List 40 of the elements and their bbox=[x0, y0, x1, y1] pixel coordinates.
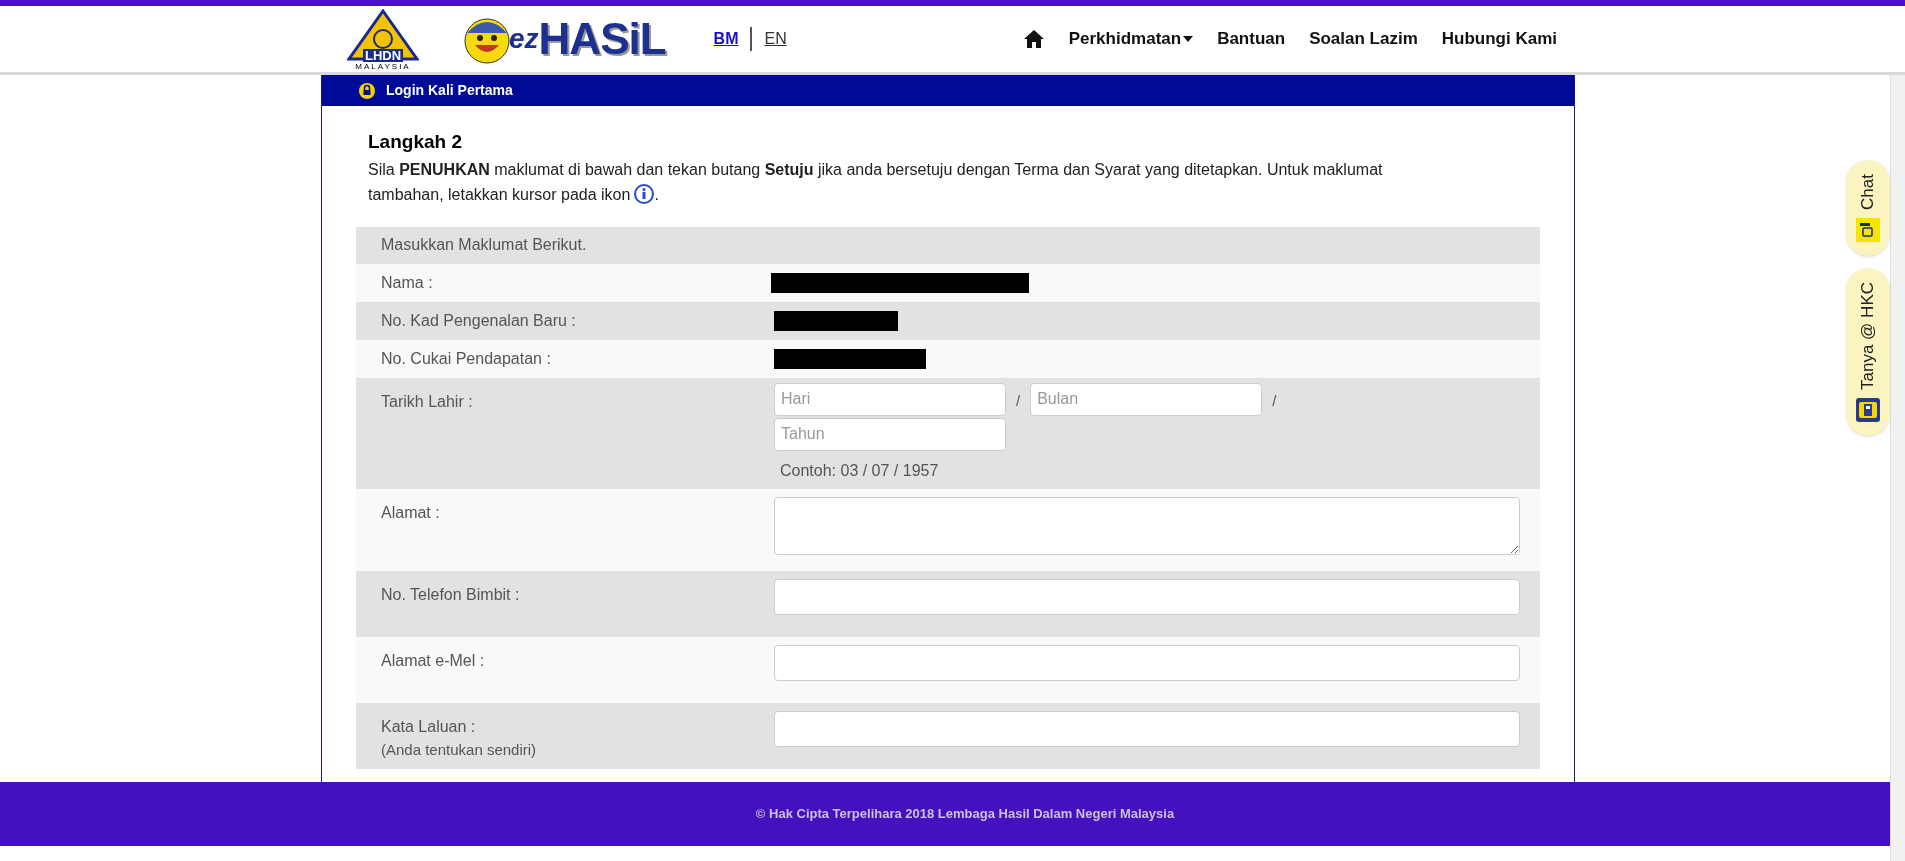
building-icon bbox=[1856, 397, 1880, 422]
lock-icon bbox=[358, 81, 376, 100]
side-tab[interactable]: Chat bbox=[1846, 160, 1890, 256]
nav-link[interactable]: Bantuan bbox=[1217, 26, 1286, 52]
side-tab[interactable]: Tanya @ HKC bbox=[1846, 267, 1890, 436]
copyright-text: © Hak Cipta Terpelihara 2018 Lembaga Hasil Dalam Negeri Malaysia bbox=[754, 805, 1175, 824]
ezhasil-logo[interactable]: ezHASiL bbox=[459, 9, 666, 69]
panel-title: Login Kali Pertama bbox=[386, 81, 513, 100]
field-label: Alamat : bbox=[381, 502, 441, 523]
field-label: Kata Laluan : bbox=[381, 716, 477, 737]
info-icon[interactable] bbox=[634, 184, 655, 204]
date-hint: Contoh: 03 / 07 / 1957 bbox=[780, 460, 940, 481]
nav-link[interactable]: Perkhidmatan bbox=[1068, 26, 1194, 52]
field-sublabel: (Anda tentukan sendiri) bbox=[381, 739, 538, 760]
text-field[interactable] bbox=[774, 578, 1520, 615]
instructions-text: Sila PENUHKAN maklumat di bawah dan tekan butang Setuju jika anda bersetuju dengan Terma dan Syarat yang ditetapkan. Untuk maklumat bbox=[368, 160, 1383, 178]
step-title: Langkah 2 bbox=[368, 130, 463, 154]
field-label: No. Cukai Pendapatan : bbox=[381, 348, 552, 369]
field-label: No. Kad Pengenalan Baru : bbox=[381, 310, 577, 331]
text-field[interactable] bbox=[774, 710, 1520, 747]
field-label: No. Telefon Bimbit : bbox=[381, 584, 521, 605]
form-heading: Masukkan Maklumat Berikut. bbox=[381, 235, 587, 255]
field-label: Tarikh Lahir : bbox=[381, 391, 474, 412]
day-field[interactable]: Hari bbox=[774, 382, 1006, 416]
instructions-text: tambahan, letakkan kursor pada ikon bbox=[368, 184, 631, 205]
home-icon[interactable] bbox=[1022, 29, 1045, 49]
year-field[interactable]: Tahun bbox=[774, 417, 1006, 451]
nav-link[interactable]: Hubungi Kami bbox=[1441, 26, 1557, 52]
chat-icon bbox=[1856, 217, 1880, 242]
month-field[interactable]: Bulan bbox=[1030, 382, 1263, 416]
field-label: Nama : bbox=[381, 272, 434, 293]
date-separator: / bbox=[1272, 390, 1277, 411]
instructions-end: . bbox=[654, 184, 659, 205]
language-link[interactable]: BM bbox=[713, 27, 739, 51]
nav-link[interactable]: Soalan Lazim bbox=[1309, 26, 1418, 52]
text-field[interactable] bbox=[774, 644, 1520, 681]
address-field[interactable] bbox=[774, 496, 1520, 555]
language-link[interactable]: EN bbox=[764, 27, 787, 51]
date-separator: / bbox=[1016, 390, 1021, 411]
field-label: Alamat e-Mel : bbox=[381, 650, 486, 671]
